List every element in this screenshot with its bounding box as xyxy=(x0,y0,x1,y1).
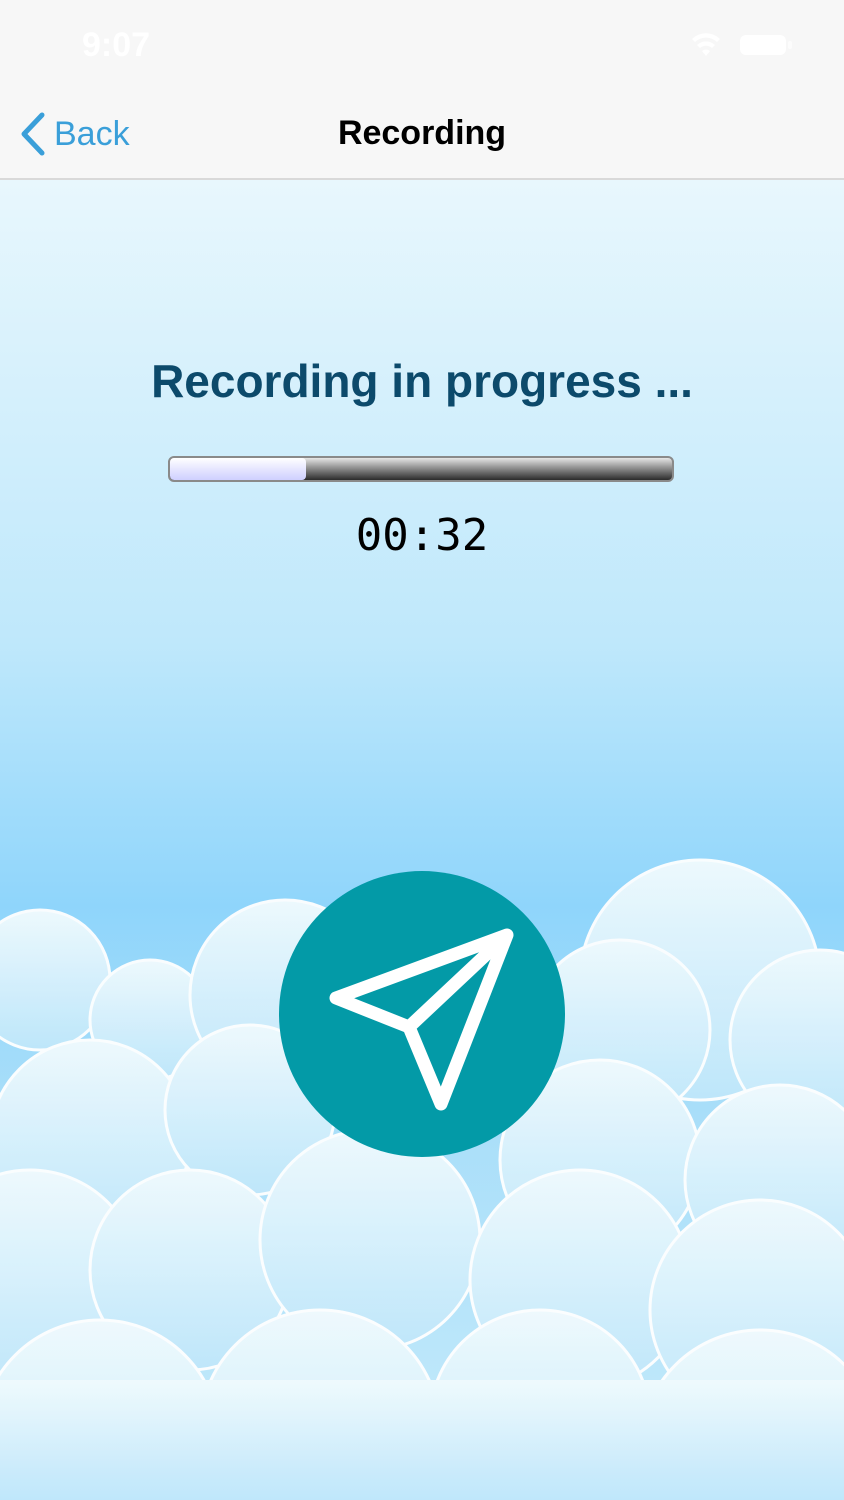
status-time: 9:07 xyxy=(82,26,151,64)
status-bar: 9:07 xyxy=(0,0,844,90)
recording-status-heading: Recording in progress ... xyxy=(151,355,693,407)
battery-icon xyxy=(740,35,792,55)
recording-progress-bar xyxy=(168,456,674,482)
status-icons xyxy=(690,30,800,60)
wifi-icon xyxy=(692,33,720,56)
recording-progress-fill xyxy=(170,458,306,480)
recording-screen: Recording in progress ... 00:32 xyxy=(0,180,844,1500)
navigation-bar: Back Recording xyxy=(0,90,844,180)
elapsed-time: 00:32 xyxy=(355,510,489,561)
send-button[interactable] xyxy=(279,871,565,1157)
page-title: Recording xyxy=(337,114,507,152)
paper-plane-icon xyxy=(329,928,514,1111)
